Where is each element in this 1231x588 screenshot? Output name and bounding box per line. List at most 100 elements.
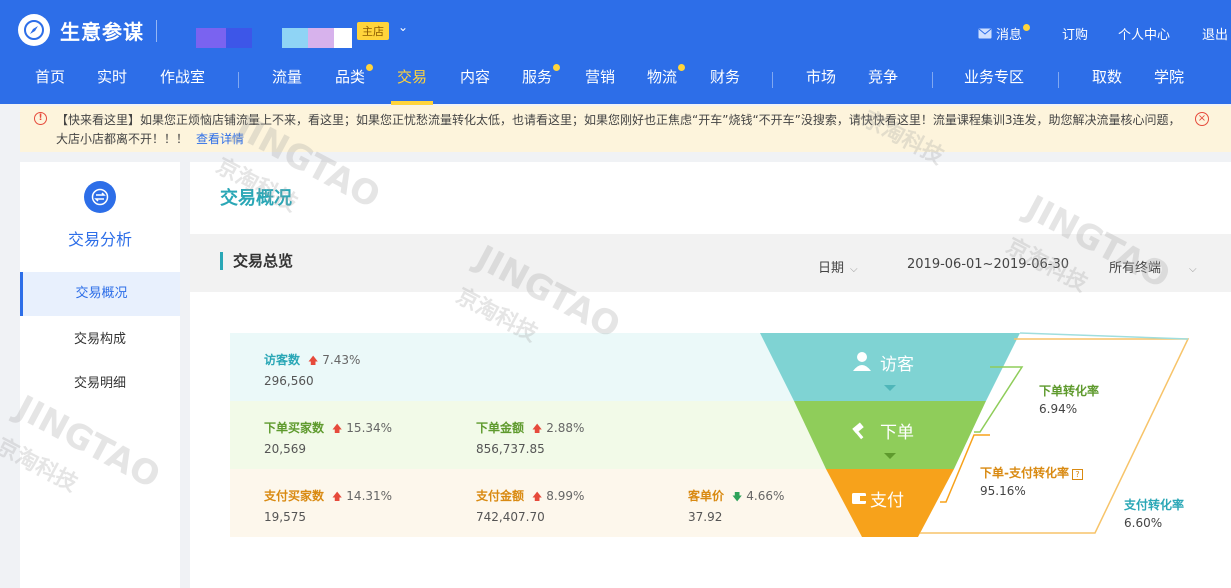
- main-panel: 交易概况 交易总览 日期 ⌵ 2019-06-01~2019-06-30 所有终端…: [190, 162, 1231, 588]
- nav-label: 服务: [522, 68, 553, 86]
- notice-text: 【快来看这里】如果您正烦恼店铺流量上不来，看这里；如果您正忧愁流量转化太低，也请…: [34, 111, 1191, 149]
- metric-change: 2.88%: [546, 421, 585, 435]
- metric-label: 访客数: [264, 353, 301, 367]
- arrow-down-icon: 🡇: [732, 492, 743, 503]
- logout-label: 退出: [1202, 28, 1229, 43]
- messages-link[interactable]: 消息: [978, 24, 1031, 43]
- period-select[interactable]: 日期 ⌵: [818, 257, 858, 276]
- mail-icon: [978, 28, 992, 39]
- nav-item-war-room[interactable]: 作战室: [160, 67, 205, 97]
- nav-item-market[interactable]: 市场: [806, 67, 836, 97]
- terminal-select[interactable]: 所有终端 ⌵: [1109, 257, 1197, 276]
- notification-dot: [1023, 24, 1031, 31]
- chevron-down-icon[interactable]: ⌄: [398, 20, 408, 34]
- sidebar-item-trade-details[interactable]: 交易明细: [20, 362, 180, 406]
- nav-item-traffic[interactable]: 流量: [272, 67, 302, 97]
- nav-item-trade[interactable]: 交易: [390, 67, 434, 105]
- nav-item-data-fetch[interactable]: 取数: [1092, 67, 1122, 97]
- period-label: 日期: [818, 261, 845, 276]
- nav-item-academy[interactable]: 学院: [1154, 67, 1184, 97]
- brand[interactable]: 生意参谋: [18, 14, 144, 46]
- stage-label-order: 下单: [880, 423, 914, 442]
- nav-item-finance[interactable]: 财务: [710, 67, 740, 97]
- rate-value: 6.60%: [1124, 516, 1163, 530]
- nav-divider: [1058, 72, 1059, 88]
- connector-top: [1019, 332, 1189, 340]
- personal-center-label: 个人中心: [1118, 28, 1171, 43]
- logout-link[interactable]: 退出: [1202, 24, 1228, 43]
- nav-item-content[interactable]: 内容: [460, 67, 490, 97]
- metric-change: 15.34%: [346, 421, 393, 435]
- nav-divider: [238, 72, 239, 88]
- chevron-down-icon: ⌵: [1189, 264, 1197, 275]
- exchange-icon: [84, 181, 116, 213]
- subscribe-label: 订购: [1062, 28, 1089, 43]
- metric-order-buyers[interactable]: 下单买家数 🡅 15.34% 20,569: [264, 419, 392, 456]
- chevron-down-icon: ⌵: [850, 264, 858, 275]
- messages-label: 消息: [996, 28, 1023, 43]
- nav-item-business-zone[interactable]: 业务专区: [964, 67, 1024, 97]
- arrow-up-icon: 🡅: [308, 356, 319, 367]
- metric-value: 856,737.85: [476, 442, 545, 456]
- nav-item-realtime[interactable]: 实时: [97, 67, 127, 97]
- compass-icon: [18, 14, 50, 46]
- rate-value: 95.16%: [980, 484, 1026, 498]
- nav-item-service[interactable]: 服务: [522, 64, 561, 97]
- personal-center-link[interactable]: 个人中心: [1118, 24, 1170, 43]
- conversion-funnel: 访客 下单 支付: [760, 332, 1190, 537]
- sidebar-item-trade-composition[interactable]: 交易构成: [20, 318, 180, 362]
- metric-pay-amount[interactable]: 支付金额 🡅 8.99% 742,407.70: [476, 487, 584, 524]
- brand-divider: [156, 20, 157, 42]
- metric-change: 14.31%: [346, 489, 393, 503]
- order-pay-conversion-rate: 下单-支付转化率? 95.16%: [980, 464, 1083, 498]
- date-range[interactable]: 2019-06-01~2019-06-30: [907, 257, 1069, 272]
- metric-pay-buyers[interactable]: 支付买家数 🡅 14.31% 19,575: [264, 487, 392, 524]
- stage-label-visitors: 访客: [880, 355, 914, 374]
- rate-label: 支付转化率: [1124, 498, 1185, 512]
- notification-dot: [553, 64, 561, 71]
- rate-label: 下单转化率: [1039, 384, 1100, 398]
- help-icon[interactable]: ?: [1071, 469, 1083, 480]
- metric-order-amount[interactable]: 下单金额 🡅 2.88% 856,737.85: [476, 419, 584, 456]
- arrow-up-icon: 🡅: [532, 492, 543, 503]
- subscribe-link[interactable]: 订购: [1062, 24, 1088, 43]
- metric-value: 296,560: [264, 374, 314, 388]
- nav-item-competition[interactable]: 竞争: [868, 67, 898, 97]
- sidebar-item-trade-overview[interactable]: 交易概况: [20, 272, 180, 316]
- close-icon[interactable]: ×: [1195, 112, 1209, 126]
- sidebar: 交易分析 交易概况 交易构成 交易明细: [20, 162, 180, 588]
- notification-dot: [678, 64, 686, 71]
- nav-item-marketing[interactable]: 营销: [585, 67, 615, 97]
- shop-name-mask: [282, 28, 308, 48]
- metric-label: 支付买家数: [264, 489, 325, 503]
- terminal-label: 所有终端: [1109, 261, 1162, 276]
- metric-value: 742,407.70: [476, 510, 545, 524]
- nav-label: 品类: [335, 68, 366, 86]
- metric-value: 19,575: [264, 510, 306, 524]
- nav-label: 物流: [647, 68, 678, 86]
- metric-change: 8.99%: [546, 489, 585, 503]
- shop-tag: 主店: [357, 22, 389, 40]
- warning-icon: !: [34, 112, 47, 125]
- top-header: 生意参谋 主店 ⌄ 消息 订购 个人中心 退出 首页 实时 作战室 流量 品类 …: [0, 0, 1231, 105]
- wallet-icon: [852, 493, 866, 504]
- shop-name-mask: [308, 28, 334, 48]
- nav-item-home[interactable]: 首页: [35, 67, 65, 97]
- notice-details-link[interactable]: 查看详情: [196, 132, 244, 146]
- shop-name-mask: [334, 28, 352, 48]
- summary-title: 交易总览: [220, 252, 293, 270]
- metric-visitors[interactable]: 访客数 🡅 7.43% 296,560: [264, 351, 360, 388]
- main-nav: 首页 实时 作战室 流量 品类 交易 内容 服务 营销 物流 财务 市场 竞争 …: [0, 60, 1231, 105]
- nav-item-logistics[interactable]: 物流: [647, 64, 686, 97]
- metric-label: 客单价: [688, 489, 725, 503]
- order-conversion-rate: 下单转化率 6.94%: [1039, 382, 1099, 416]
- metric-label: 下单买家数: [264, 421, 325, 435]
- nav-divider: [772, 72, 773, 88]
- sidebar-title: 交易分析: [67, 230, 132, 249]
- page-title: 交易概况: [220, 188, 292, 209]
- nav-item-category[interactable]: 品类: [335, 64, 374, 97]
- nav-divider: [932, 72, 933, 88]
- rate-value: 6.94%: [1039, 402, 1078, 416]
- arrow-up-icon: 🡅: [532, 424, 543, 435]
- pay-conversion-rate: 支付转化率 6.60%: [1124, 496, 1184, 530]
